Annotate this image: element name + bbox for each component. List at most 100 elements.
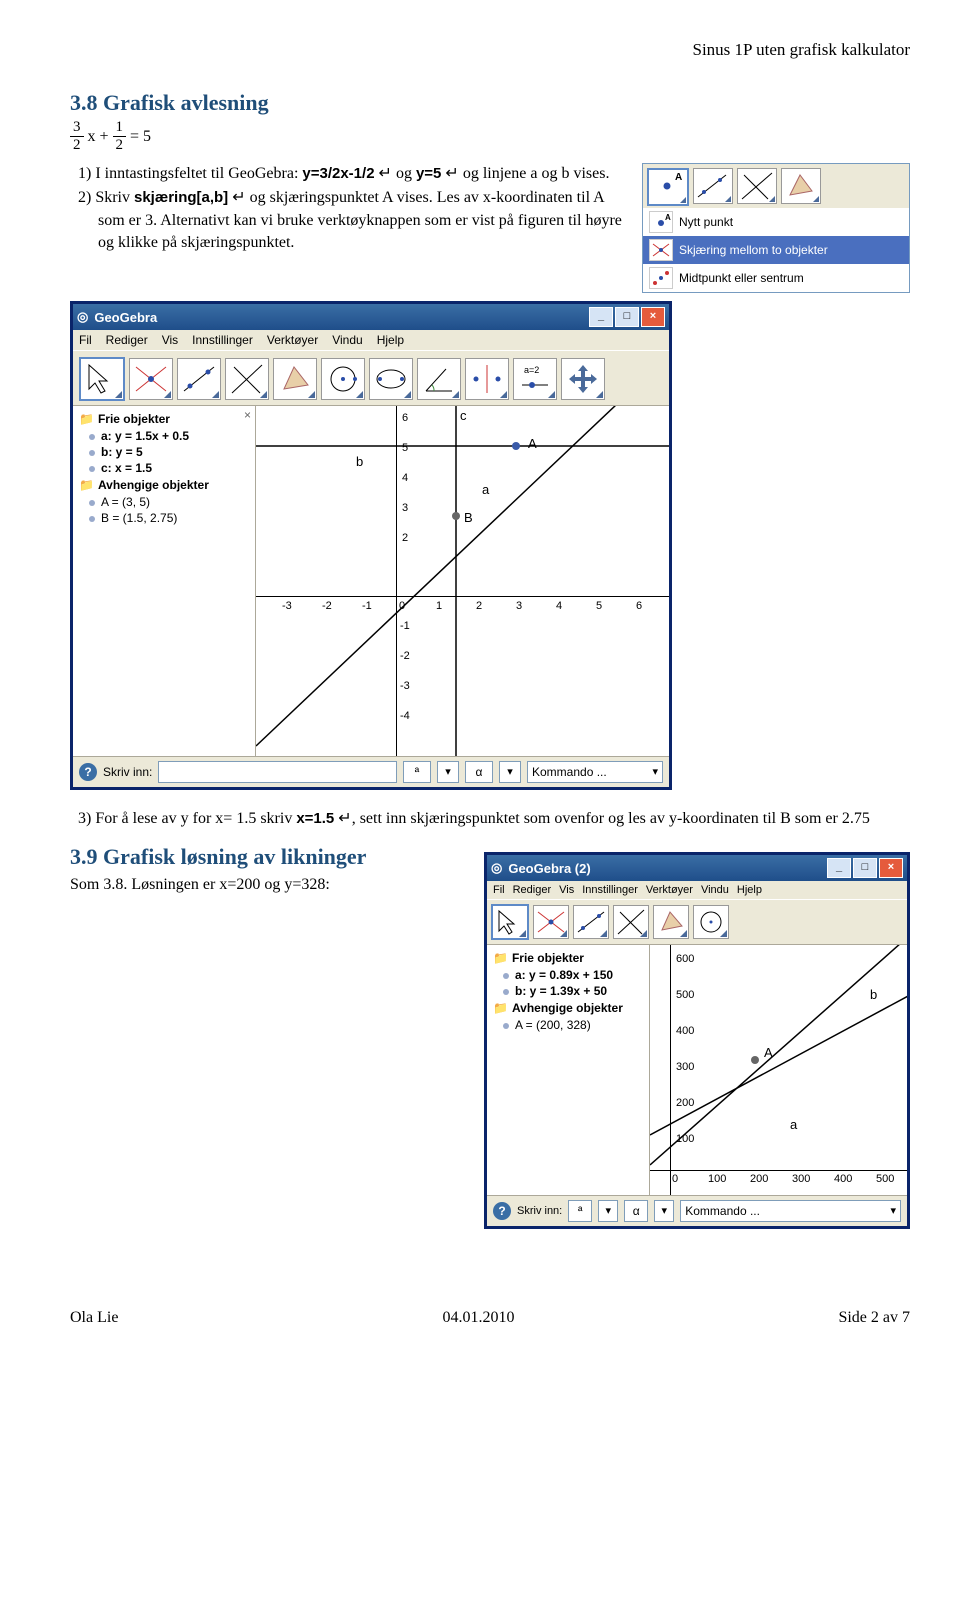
text: ↵ og (375, 165, 416, 182)
list-item-2: 2) Skriv skjæring[a,b] ↵ og skjæringspun… (98, 187, 624, 254)
close-button[interactable]: × (641, 307, 665, 327)
tool-reflect[interactable] (465, 358, 509, 400)
app-icon: ◎ (491, 860, 502, 876)
alpha-button[interactable]: α (624, 1200, 648, 1222)
tool-intersection[interactable] (533, 905, 569, 939)
tick-label: 200 (750, 1173, 768, 1185)
command-input[interactable] (158, 761, 397, 783)
help-icon[interactable]: ? (493, 1202, 511, 1220)
tick-label: 5 (596, 600, 602, 612)
tool-point-button[interactable]: A (647, 168, 689, 206)
menu-hjelp[interactable]: Hjelp (737, 884, 762, 896)
algebra-item[interactable]: c: x = 1.5 (101, 460, 251, 476)
menu-innstillinger[interactable]: Innstillinger (192, 333, 253, 347)
graphics-view[interactable]: -3 -2 -1 0 1 2 3 4 5 6 6 5 4 3 2 -1 -2 -… (256, 406, 669, 756)
exponent-button[interactable]: ª (568, 1200, 592, 1222)
tool-move[interactable] (491, 904, 529, 940)
menu-hjelp[interactable]: Hjelp (377, 333, 404, 347)
menu-rediger[interactable]: Rediger (513, 884, 552, 896)
popup-item-new-point[interactable]: A Nytt punkt (643, 208, 909, 236)
algebra-item[interactable]: A = (3, 5) (101, 494, 251, 510)
tick-label: -4 (400, 710, 410, 722)
command-dropdown[interactable]: Kommando ...▾ (527, 761, 663, 783)
algebra-item[interactable]: b: y = 5 (101, 444, 251, 460)
exponent-button[interactable]: ª (403, 761, 431, 783)
menu-vis[interactable]: Vis (559, 884, 574, 896)
geogebra-window-1: ◎ GeoGebra _ □ × Fil Rediger Vis Innstil… (70, 301, 672, 790)
algebra-folder-free[interactable]: 📁Frie objekter (79, 412, 251, 426)
input-label: Skriv inn: (103, 765, 152, 779)
alpha-button[interactable]: α (465, 761, 493, 783)
algebra-folder-dep[interactable]: 📁Avhengige objekter (493, 1001, 645, 1015)
menu-vindu[interactable]: Vindu (332, 333, 362, 347)
algebra-item[interactable]: a: y = 1.5x + 0.5 (101, 428, 251, 444)
graphics-view[interactable]: 600 500 400 300 200 100 0 100 200 300 40… (650, 945, 907, 1195)
algebra-folder-dep[interactable]: 📁Avhengige objekter (79, 478, 251, 492)
app-icon: ◎ (77, 309, 88, 325)
algebra-folder-free[interactable]: 📁Frie objekter (493, 951, 645, 965)
tool-circle[interactable] (693, 905, 729, 939)
help-icon[interactable]: ? (79, 763, 97, 781)
menu-rediger[interactable]: Rediger (106, 333, 148, 347)
menubar: Fil Rediger Vis Innstillinger Verktøyer … (73, 330, 669, 350)
code: skjæring[a,b] (134, 189, 228, 206)
menu-fil[interactable]: Fil (493, 884, 505, 896)
tick-label: -1 (400, 620, 410, 632)
maximize-button[interactable]: □ (615, 307, 639, 327)
tool-move-view[interactable] (561, 358, 605, 400)
algebra-item[interactable]: B = (1.5, 2.75) (101, 510, 251, 526)
tool-polygon[interactable] (273, 358, 317, 400)
tool-move[interactable] (79, 357, 125, 401)
menu-innstillinger[interactable]: Innstillinger (582, 884, 638, 896)
close-button[interactable]: × (879, 858, 903, 878)
tool-line-button[interactable] (693, 168, 733, 204)
tool-circle[interactable] (321, 358, 365, 400)
tool-slider[interactable]: a=2 (513, 358, 557, 400)
dropdown-icon[interactable]: ▾ (598, 1200, 618, 1222)
dropdown-icon[interactable]: ▾ (437, 761, 459, 783)
algebra-view: × 📁Frie objekter a: y = 1.5x + 0.5 b: y … (73, 406, 256, 756)
toolbar (487, 899, 907, 945)
doc-header: Sinus 1P uten grafisk kalkulator (70, 40, 910, 60)
algebra-item[interactable]: a: y = 0.89x + 150 (515, 967, 645, 983)
command-dropdown[interactable]: Kommando ...▾ (680, 1200, 901, 1222)
tool-polygon[interactable] (653, 905, 689, 939)
tool-perpendicular[interactable] (225, 358, 269, 400)
popup-item-midpoint[interactable]: Midtpunkt eller sentrum (643, 264, 909, 292)
input-bar: ? Skriv inn: ª ▾ α ▾ Kommando ...▾ (73, 756, 669, 787)
titlebar[interactable]: ◎ GeoGebra _ □ × (73, 304, 669, 330)
titlebar[interactable]: ◎ GeoGebra (2) _ □ × (487, 855, 907, 881)
algebra-item[interactable]: A = (200, 328) (515, 1017, 645, 1033)
menu-vis[interactable]: Vis (162, 333, 178, 347)
algebra-view: 📁Frie objekter a: y = 0.89x + 150 b: y =… (487, 945, 650, 1195)
minimize-button[interactable]: _ (827, 858, 851, 878)
tool-line[interactable] (177, 358, 221, 400)
tool-line[interactable] (573, 905, 609, 939)
tick-label: 1 (436, 600, 442, 612)
tool-perpendicular-button[interactable] (737, 168, 777, 204)
tool-angle[interactable] (417, 358, 461, 400)
menu-fil[interactable]: Fil (79, 333, 92, 347)
popup-label: Midtpunkt eller sentrum (679, 271, 804, 285)
toolbar: a=2 (73, 350, 669, 406)
minimize-button[interactable]: _ (589, 307, 613, 327)
line-label: b (870, 987, 877, 1002)
menu-verktoyer[interactable]: Verktøyer (267, 333, 318, 347)
menu-verktoyer[interactable]: Verktøyer (646, 884, 693, 896)
popup-label: Skjæring mellom to objekter (679, 243, 828, 257)
midpoint-icon (649, 267, 673, 289)
tool-perpendicular[interactable] (613, 905, 649, 939)
close-panel-icon[interactable]: × (244, 408, 251, 422)
tick-label: 4 (402, 472, 408, 484)
tool-polygon-button[interactable] (781, 168, 821, 204)
dropdown-icon[interactable]: ▾ (499, 761, 521, 783)
maximize-button[interactable]: □ (853, 858, 877, 878)
tool-intersection[interactable] (129, 358, 173, 400)
tick-label: 400 (676, 1025, 694, 1037)
menu-vindu[interactable]: Vindu (701, 884, 729, 896)
tool-conic[interactable] (369, 358, 413, 400)
popup-item-intersection[interactable]: Skjæring mellom to objekter (643, 236, 909, 264)
dropdown-icon[interactable]: ▾ (654, 1200, 674, 1222)
point-icon: A (649, 211, 673, 233)
algebra-item[interactable]: b: y = 1.39x + 50 (515, 983, 645, 999)
